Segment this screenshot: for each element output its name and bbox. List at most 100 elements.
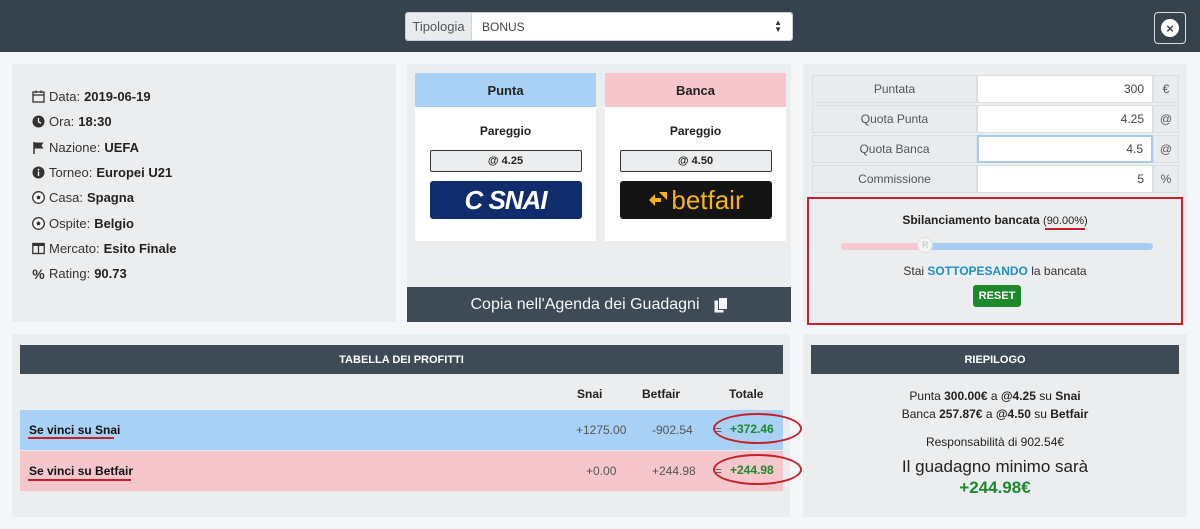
info-rating-label: Rating: xyxy=(49,266,91,282)
row-underline xyxy=(28,479,131,481)
commissione-row: Commissione 5 % xyxy=(812,165,1179,193)
select-arrows-icon: ▲ ▼ xyxy=(774,18,782,34)
total-highlight-ellipse xyxy=(713,413,802,444)
summary-punta-odds: @4.25 xyxy=(1000,389,1036,403)
close-icon: × xyxy=(1161,19,1179,37)
puntata-input[interactable]: 300 xyxy=(977,75,1153,103)
percent-underline xyxy=(1045,228,1085,230)
summary-banca-line: Banca 257.87€ a @4.50 su Betfair xyxy=(803,407,1187,421)
profits-table-title: TABELLA DEI PROFITTI xyxy=(20,345,783,374)
snai-logo-text: C SNAI xyxy=(464,184,547,215)
row-snai-value: +1275.00 xyxy=(576,423,627,437)
info-ospite-label: Ospite: xyxy=(49,215,91,231)
flag-icon xyxy=(31,140,46,155)
info-casa-label: Casa: xyxy=(49,190,83,206)
punta-odds: @ 4.25 xyxy=(429,150,582,172)
table-row: Se vinci su Snai +1275.00 -902.54 = +372… xyxy=(20,410,802,450)
summary-banca-su: su xyxy=(1030,407,1051,421)
row-betfair-value: -902.54 xyxy=(652,423,693,437)
balance-msg-post: la bancata xyxy=(1031,264,1087,278)
info-ora-label: Ora: xyxy=(49,114,75,130)
quota-banca-unit: @ xyxy=(1153,135,1179,163)
betfair-logo[interactable]: betfair xyxy=(619,181,772,219)
info-torneo-value: Europei U21 xyxy=(96,165,173,181)
calendar-icon xyxy=(31,89,46,104)
info-icon xyxy=(31,165,46,180)
row-snai-value: +0.00 xyxy=(586,464,617,478)
row-label-pre: Se vinci su xyxy=(29,423,96,437)
quota-banca-label: Quota Banca xyxy=(812,135,977,163)
event-info-panel: Data: 2019-06-19 Ora: 18:30 Nazione: UEFA T… xyxy=(12,64,396,322)
quota-punta-unit: @ xyxy=(1153,105,1179,133)
balance-msg-status: SOTTOPESANDO xyxy=(927,264,1028,278)
profits-table-panel: TABELLA DEI PROFITTI Snai Betfair Totale… xyxy=(12,334,802,517)
summary-punta-mid: a xyxy=(987,389,1001,403)
commissione-label: Commissione xyxy=(812,165,977,193)
copy-icon xyxy=(714,296,728,313)
info-data-value: 2019-06-19 xyxy=(84,89,151,105)
banca-selection: Pareggio xyxy=(669,124,722,138)
info-ora: Ora: 18:30 xyxy=(31,109,396,134)
info-rating-value: 90.73 xyxy=(94,266,127,282)
balance-msg-pre: Stai xyxy=(903,264,925,278)
balance-box: Sbilanciamento bancata (90.00%) R Stai S… xyxy=(807,197,1183,325)
summary-guadagno-value: +244.98€ xyxy=(959,478,1031,497)
slider-handle[interactable]: R xyxy=(917,237,934,253)
banca-title: Banca xyxy=(605,73,786,107)
info-nazione-value: UEFA xyxy=(104,139,139,155)
balance-percent: (90.00%) xyxy=(1043,215,1088,227)
columns-icon xyxy=(31,241,46,256)
slider-handle-label: R xyxy=(921,240,929,250)
summary-responsabilita: Responsabilità di 902.54€ xyxy=(925,435,1065,449)
row-label: Se vinci su Snai xyxy=(29,423,120,437)
tipologia-label: Tipologia xyxy=(406,13,472,40)
summary-punta-su: su xyxy=(1035,389,1056,403)
puntata-unit: € xyxy=(1153,75,1179,103)
commissione-input[interactable]: 5 xyxy=(977,165,1153,193)
reset-button[interactable]: RESET xyxy=(973,285,1021,307)
summary-banca-odds: @4.50 xyxy=(995,407,1031,421)
col-snai: Snai xyxy=(577,387,603,401)
summary-banca-book: Betfair xyxy=(1050,407,1089,421)
summary-banca-pre: Banca xyxy=(901,407,940,421)
info-mercato: Mercato: Esito Finale xyxy=(31,236,396,261)
row-label-book: Snai xyxy=(95,423,121,437)
info-ospite-value: Belgio xyxy=(94,215,134,231)
percent-icon: % xyxy=(32,265,45,282)
row-label: Se vinci su Betfair xyxy=(29,464,133,478)
total-highlight-ellipse xyxy=(713,454,802,485)
balance-title: Sbilanciamento bancata (90.00%) xyxy=(809,213,1181,227)
banca-odds: @ 4.50 xyxy=(619,150,772,172)
quota-punta-input[interactable]: 4.25 xyxy=(977,105,1153,133)
tipologia-value: BONUS xyxy=(482,19,525,34)
punta-title: Punta xyxy=(415,73,596,107)
summary-punta-pre: Punta xyxy=(909,389,945,403)
quota-punta-row: Quota Punta 4.25 @ xyxy=(812,105,1179,133)
summary-guadagno-label: Il guadagno minimo sarà xyxy=(901,457,1089,476)
quota-banca-row: Quota Banca 4.5 @ xyxy=(812,135,1179,163)
col-totale: Totale xyxy=(729,387,764,401)
row-betfair-value: +244.98 xyxy=(652,464,696,478)
table-row: Se vinci su Betfair +0.00 +244.98 = +244… xyxy=(20,451,802,491)
snai-logo[interactable]: C SNAI xyxy=(429,181,582,219)
info-torneo: Torneo: Europei U21 xyxy=(31,160,396,185)
tipologia-select-group[interactable]: Tipologia BONUS ▲ ▼ xyxy=(405,12,793,41)
summary-banca-amount: 257.87€ xyxy=(939,407,983,421)
slider-fill xyxy=(841,243,926,250)
info-mercato-value: Esito Finale xyxy=(103,240,177,256)
punta-selection: Pareggio xyxy=(479,124,532,138)
info-ora-value: 18:30 xyxy=(78,114,112,130)
info-torneo-label: Torneo: xyxy=(49,165,93,181)
summary-banca-mid: a xyxy=(982,407,996,421)
close-button[interactable]: × xyxy=(1154,12,1186,44)
commissione-unit: % xyxy=(1153,165,1179,193)
summary-title: RIEPILOGO xyxy=(811,345,1179,374)
copy-agenda-label: Copia nell'Agenda dei Guadagni xyxy=(470,295,700,313)
quota-banca-input[interactable]: 4.5 xyxy=(977,135,1153,163)
balance-slider[interactable] xyxy=(841,243,1153,250)
clock-icon xyxy=(31,114,46,129)
tipologia-select[interactable]: BONUS ▲ ▼ xyxy=(472,13,792,40)
betfair-arrow-icon xyxy=(649,192,668,206)
copy-agenda-button[interactable]: Copia nell'Agenda dei Guadagni xyxy=(407,287,791,322)
quota-punta-label: Quota Punta xyxy=(812,105,977,133)
